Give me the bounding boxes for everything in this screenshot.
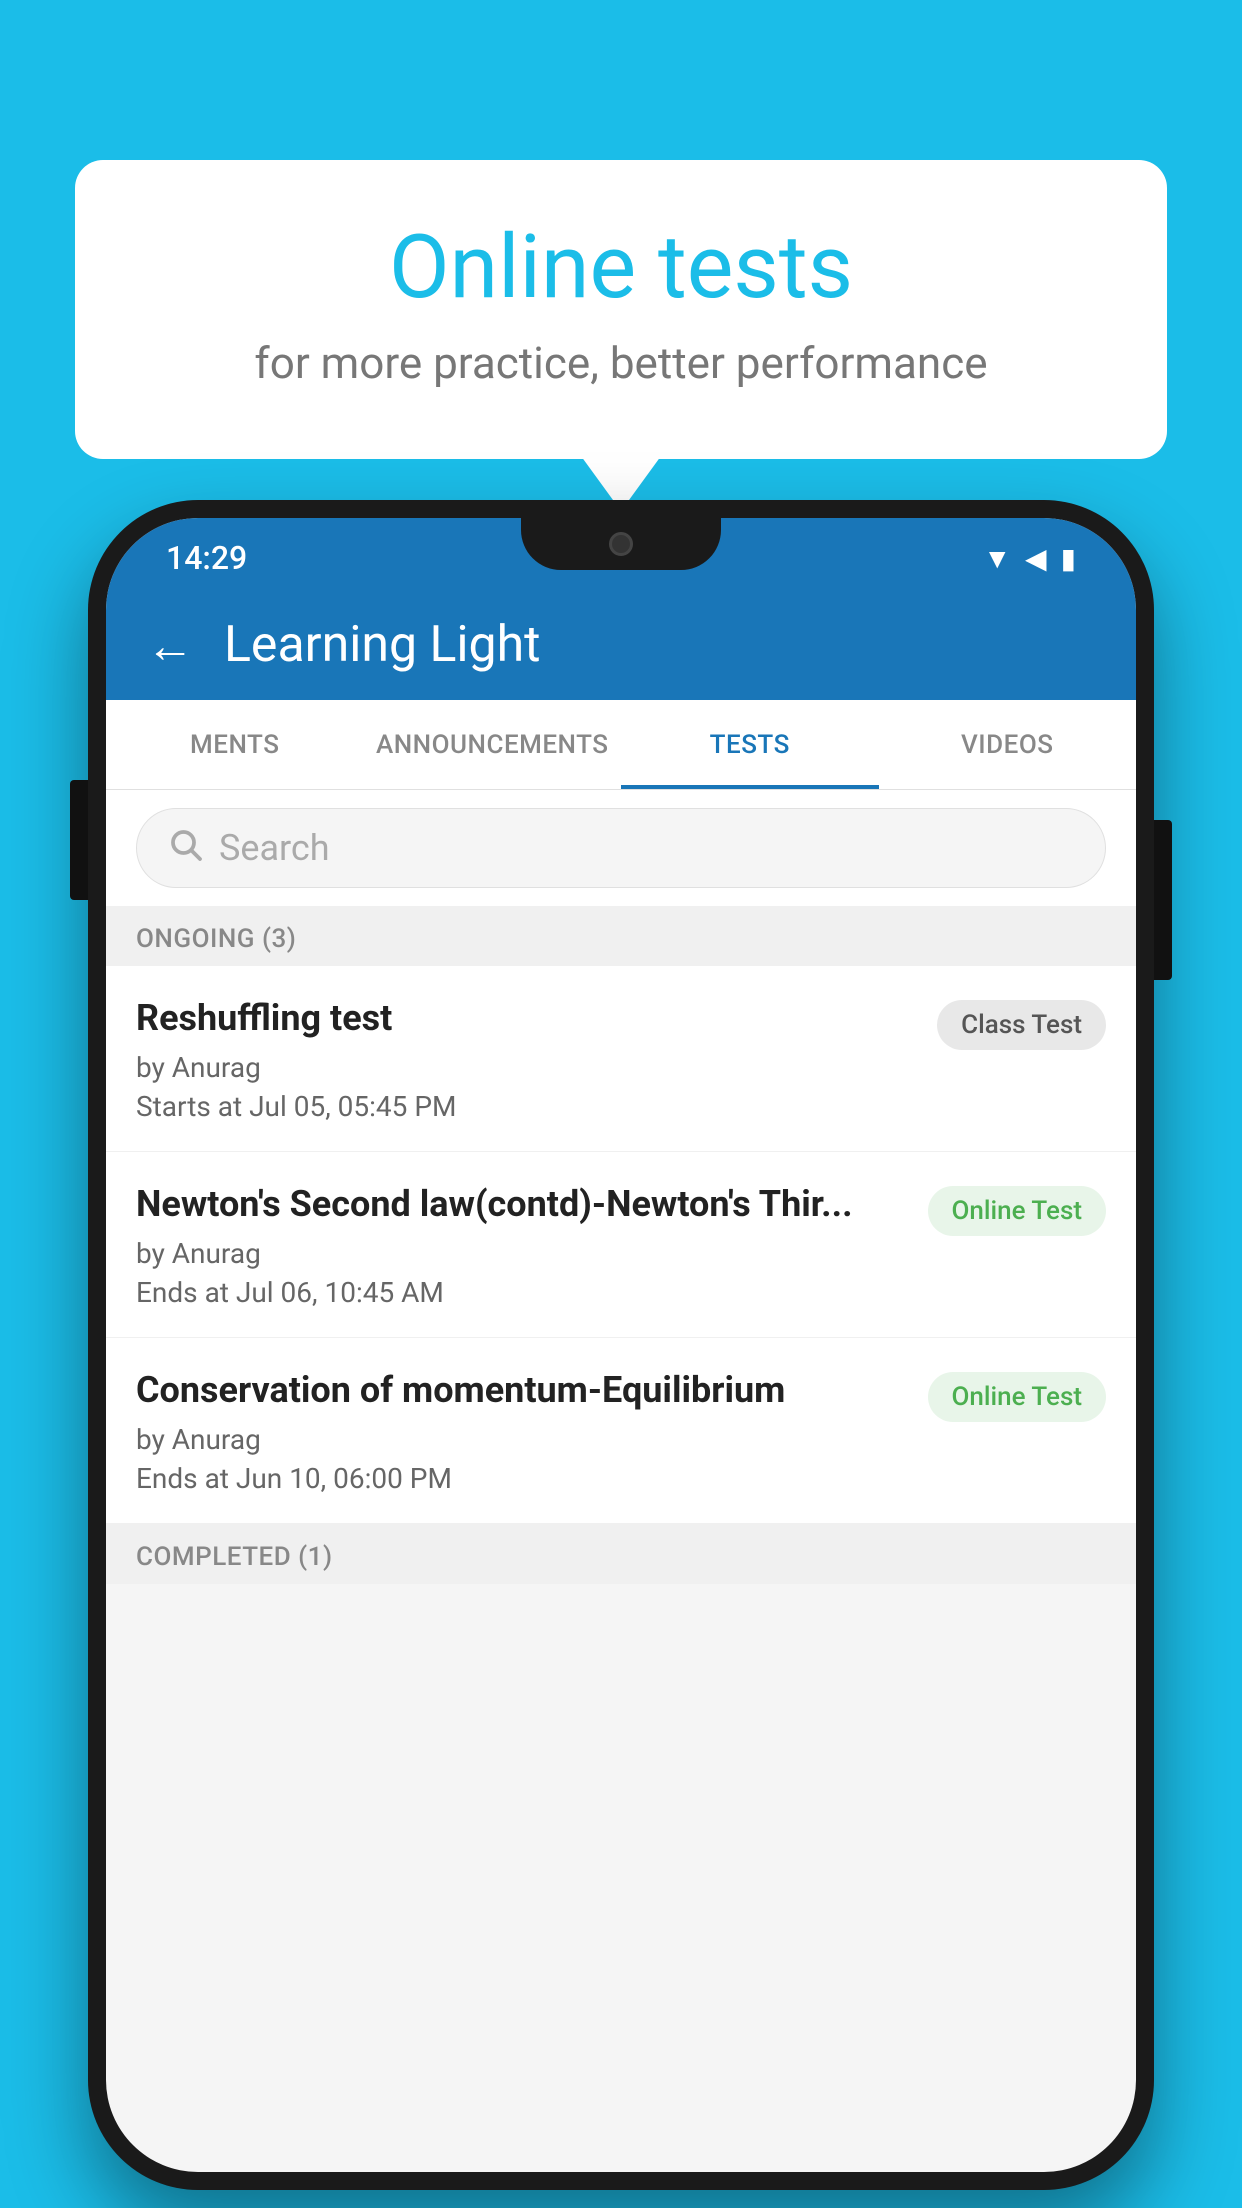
tabs-bar: MENTS ANNOUNCEMENTS TESTS VIDEOS [106, 700, 1136, 790]
camera-icon [609, 532, 633, 556]
test-info-newton: Newton's Second law(contd)-Newton's Thir… [136, 1182, 908, 1309]
test-badge-reshuffling: Class Test [937, 1000, 1106, 1050]
test-author-newton: by Anurag [136, 1237, 908, 1270]
search-bar[interactable]: Search [136, 808, 1106, 888]
test-name-newton: Newton's Second law(contd)-Newton's Thir… [136, 1182, 908, 1227]
test-info-reshuffling: Reshuffling test by Anurag Starts at Jul… [136, 996, 917, 1123]
back-button[interactable]: ← [146, 617, 194, 674]
test-time-conservation: Ends at Jun 10, 06:00 PM [136, 1462, 908, 1495]
section-completed-header: COMPLETED (1) [106, 1524, 1136, 1584]
completed-section-title: COMPLETED (1) [136, 1542, 333, 1572]
content-area: Search ONGOING (3) Reshuffling test by A… [106, 790, 1136, 2172]
search-bar-container: Search [106, 790, 1136, 906]
speech-bubble-container: Online tests for more practice, better p… [75, 160, 1167, 459]
search-icon [167, 826, 203, 871]
test-author-reshuffling: by Anurag [136, 1051, 917, 1084]
test-name-reshuffling: Reshuffling test [136, 996, 917, 1041]
test-item-newton[interactable]: Newton's Second law(contd)-Newton's Thir… [106, 1152, 1136, 1338]
test-item-conservation[interactable]: Conservation of momentum-Equilibrium by … [106, 1338, 1136, 1524]
signal-icon: ◀ [1025, 542, 1047, 575]
phone-outer: 14:29 ▼ ◀ ▮ ← Learning Light MENTS [88, 500, 1154, 2190]
search-placeholder: Search [219, 827, 330, 869]
speech-bubble: Online tests for more practice, better p… [75, 160, 1167, 459]
wifi-icon: ▼ [983, 542, 1011, 575]
ongoing-section-title: ONGOING (3) [136, 924, 296, 954]
test-time-reshuffling: Starts at Jul 05, 05:45 PM [136, 1090, 917, 1123]
app-header: ← Learning Light [106, 590, 1136, 700]
tab-tests[interactable]: TESTS [621, 700, 879, 789]
test-info-conservation: Conservation of momentum-Equilibrium by … [136, 1368, 908, 1495]
test-name-conservation: Conservation of momentum-Equilibrium [136, 1368, 908, 1413]
phone-notch [521, 518, 721, 570]
phone-container: 14:29 ▼ ◀ ▮ ← Learning Light MENTS [88, 500, 1154, 2190]
phone-screen: 14:29 ▼ ◀ ▮ ← Learning Light MENTS [106, 518, 1136, 2172]
battery-icon: ▮ [1061, 542, 1076, 575]
test-author-conservation: by Anurag [136, 1423, 908, 1456]
app-title: Learning Light [224, 616, 541, 674]
test-item-reshuffling[interactable]: Reshuffling test by Anurag Starts at Jul… [106, 966, 1136, 1152]
bubble-subtitle: for more practice, better performance [155, 337, 1087, 389]
test-time-newton: Ends at Jul 06, 10:45 AM [136, 1276, 908, 1309]
status-time: 14:29 [166, 539, 247, 577]
tab-videos[interactable]: VIDEOS [879, 700, 1137, 789]
tab-ments[interactable]: MENTS [106, 700, 364, 789]
test-badge-conservation: Online Test [928, 1372, 1107, 1422]
test-badge-newton: Online Test [928, 1186, 1107, 1236]
bubble-title: Online tests [155, 220, 1087, 317]
tab-announcements[interactable]: ANNOUNCEMENTS [364, 700, 622, 789]
section-ongoing-header: ONGOING (3) [106, 906, 1136, 966]
status-icons: ▼ ◀ ▮ [983, 542, 1076, 575]
